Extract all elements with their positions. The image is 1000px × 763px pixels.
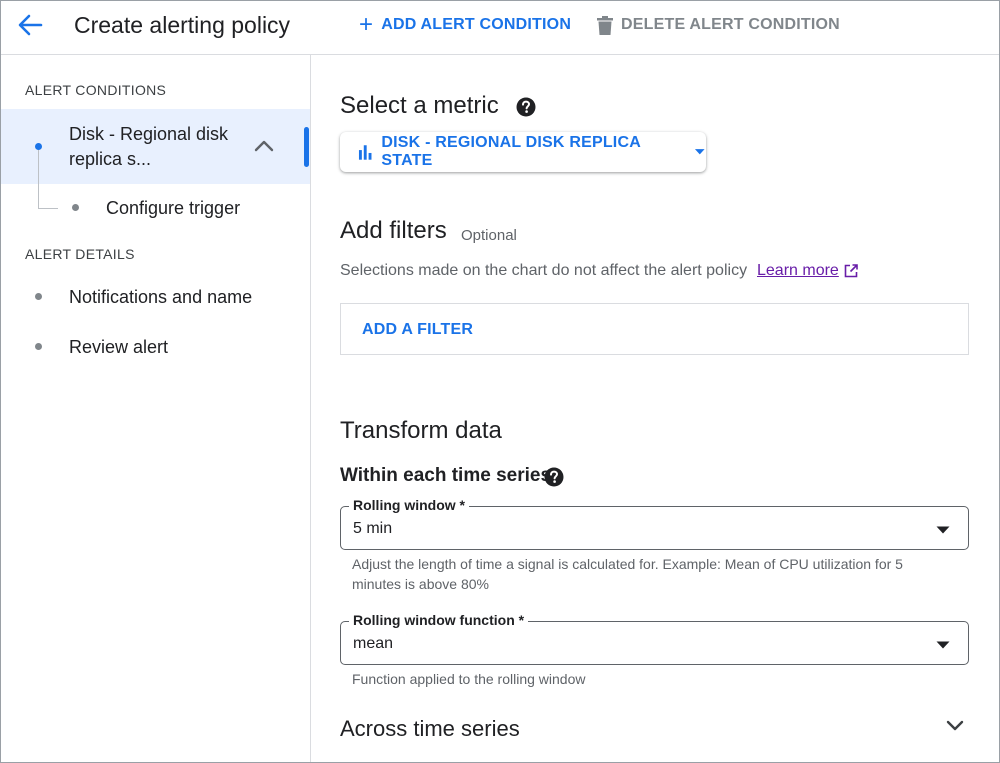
- back-button[interactable]: [15, 11, 47, 39]
- sidebar-item-configure-trigger[interactable]: Configure trigger: [1, 193, 310, 225]
- add-filter-button[interactable]: ADD A FILTER: [362, 321, 473, 339]
- rolling-window-value: 5 min: [353, 520, 393, 537]
- transform-data-title: Transform data: [340, 417, 502, 444]
- notifications-label: Notifications and name: [69, 287, 253, 307]
- caret-down-icon: [695, 149, 706, 155]
- delete-alert-condition-button[interactable]: DELETE ALERT CONDITION: [597, 14, 840, 36]
- external-link-icon: [844, 264, 858, 283]
- metric-select-button[interactable]: DISK - REGIONAL DISK REPLICA STATE: [340, 132, 706, 172]
- configure-trigger-label: Configure trigger: [106, 198, 241, 218]
- page-title: Create alerting policy: [74, 12, 291, 38]
- rolling-window-hint-line2: minutes is above 80%: [352, 576, 489, 592]
- filter-container: ADD A FILTER: [340, 303, 969, 355]
- chevron-up-icon: [254, 140, 274, 152]
- rolling-window-label: Rolling window *: [349, 497, 469, 513]
- bar-chart-icon: [358, 145, 372, 160]
- add-filters-title: Add filters: [340, 217, 447, 244]
- collapse-condition-button[interactable]: [253, 139, 275, 158]
- sidebar-item-review[interactable]: Review alert: [1, 332, 310, 364]
- caret-down-icon: [936, 526, 950, 534]
- caret-down-icon: [936, 641, 950, 649]
- add-alert-condition-button[interactable]: + ADD ALERT CONDITION: [359, 11, 572, 38]
- app-frame: Create alerting policy + ADD ALERT CONDI…: [0, 0, 1000, 763]
- trash-icon: [597, 15, 613, 35]
- review-label: Review alert: [69, 337, 169, 357]
- sidebar: ALERT CONDITIONS Disk - Regional disk re…: [1, 55, 311, 762]
- rolling-window-function-hint: Function applied to the rolling window: [352, 671, 586, 687]
- alert-conditions-label: ALERT CONDITIONS: [25, 82, 167, 98]
- sidebar-item-notifications[interactable]: Notifications and name: [1, 282, 310, 314]
- help-icon[interactable]: [516, 97, 536, 122]
- rolling-window-function-select[interactable]: Rolling window function * mean: [340, 612, 969, 665]
- rolling-window-select[interactable]: Rolling window * 5 min: [340, 497, 969, 550]
- arrow-left-icon: [18, 14, 43, 36]
- across-time-series-title: Across time series: [340, 716, 520, 741]
- help-icon[interactable]: [544, 467, 564, 492]
- active-indicator: [304, 127, 309, 167]
- optional-label: Optional: [461, 227, 517, 244]
- filter-description: Selections made on the chart do not affe…: [340, 262, 748, 279]
- step-dot: [35, 143, 42, 150]
- main-content: Select a metric DISK - REGIONAL DISK REP…: [311, 55, 999, 762]
- add-alert-condition-label: ADD ALERT CONDITION: [381, 16, 572, 33]
- delete-alert-condition-label: DELETE ALERT CONDITION: [621, 16, 840, 33]
- rolling-window-function-value: mean: [353, 635, 394, 652]
- rolling-window-hint-line1: Adjust the length of time a signal is ca…: [352, 556, 903, 572]
- step-dot: [72, 204, 79, 211]
- step-dot: [35, 293, 42, 300]
- expand-across-button[interactable]: [945, 719, 965, 738]
- metric-select-label: DISK - REGIONAL DISK REPLICA STATE: [381, 134, 641, 169]
- plus-icon: +: [359, 11, 374, 38]
- alert-details-label: ALERT DETAILS: [25, 246, 135, 262]
- page-header: Create alerting policy + ADD ALERT CONDI…: [1, 1, 999, 55]
- within-time-series-title: Within each time series: [340, 465, 552, 486]
- chevron-down-icon: [946, 720, 964, 731]
- step-dot: [35, 343, 42, 350]
- rolling-window-function-label: Rolling window function *: [349, 612, 529, 628]
- learn-more-link[interactable]: Learn more: [757, 262, 839, 280]
- condition-label-line1: Disk - Regional disk: [69, 124, 229, 144]
- select-metric-title: Select a metric: [340, 92, 499, 119]
- condition-label-line2: replica s...: [69, 149, 152, 169]
